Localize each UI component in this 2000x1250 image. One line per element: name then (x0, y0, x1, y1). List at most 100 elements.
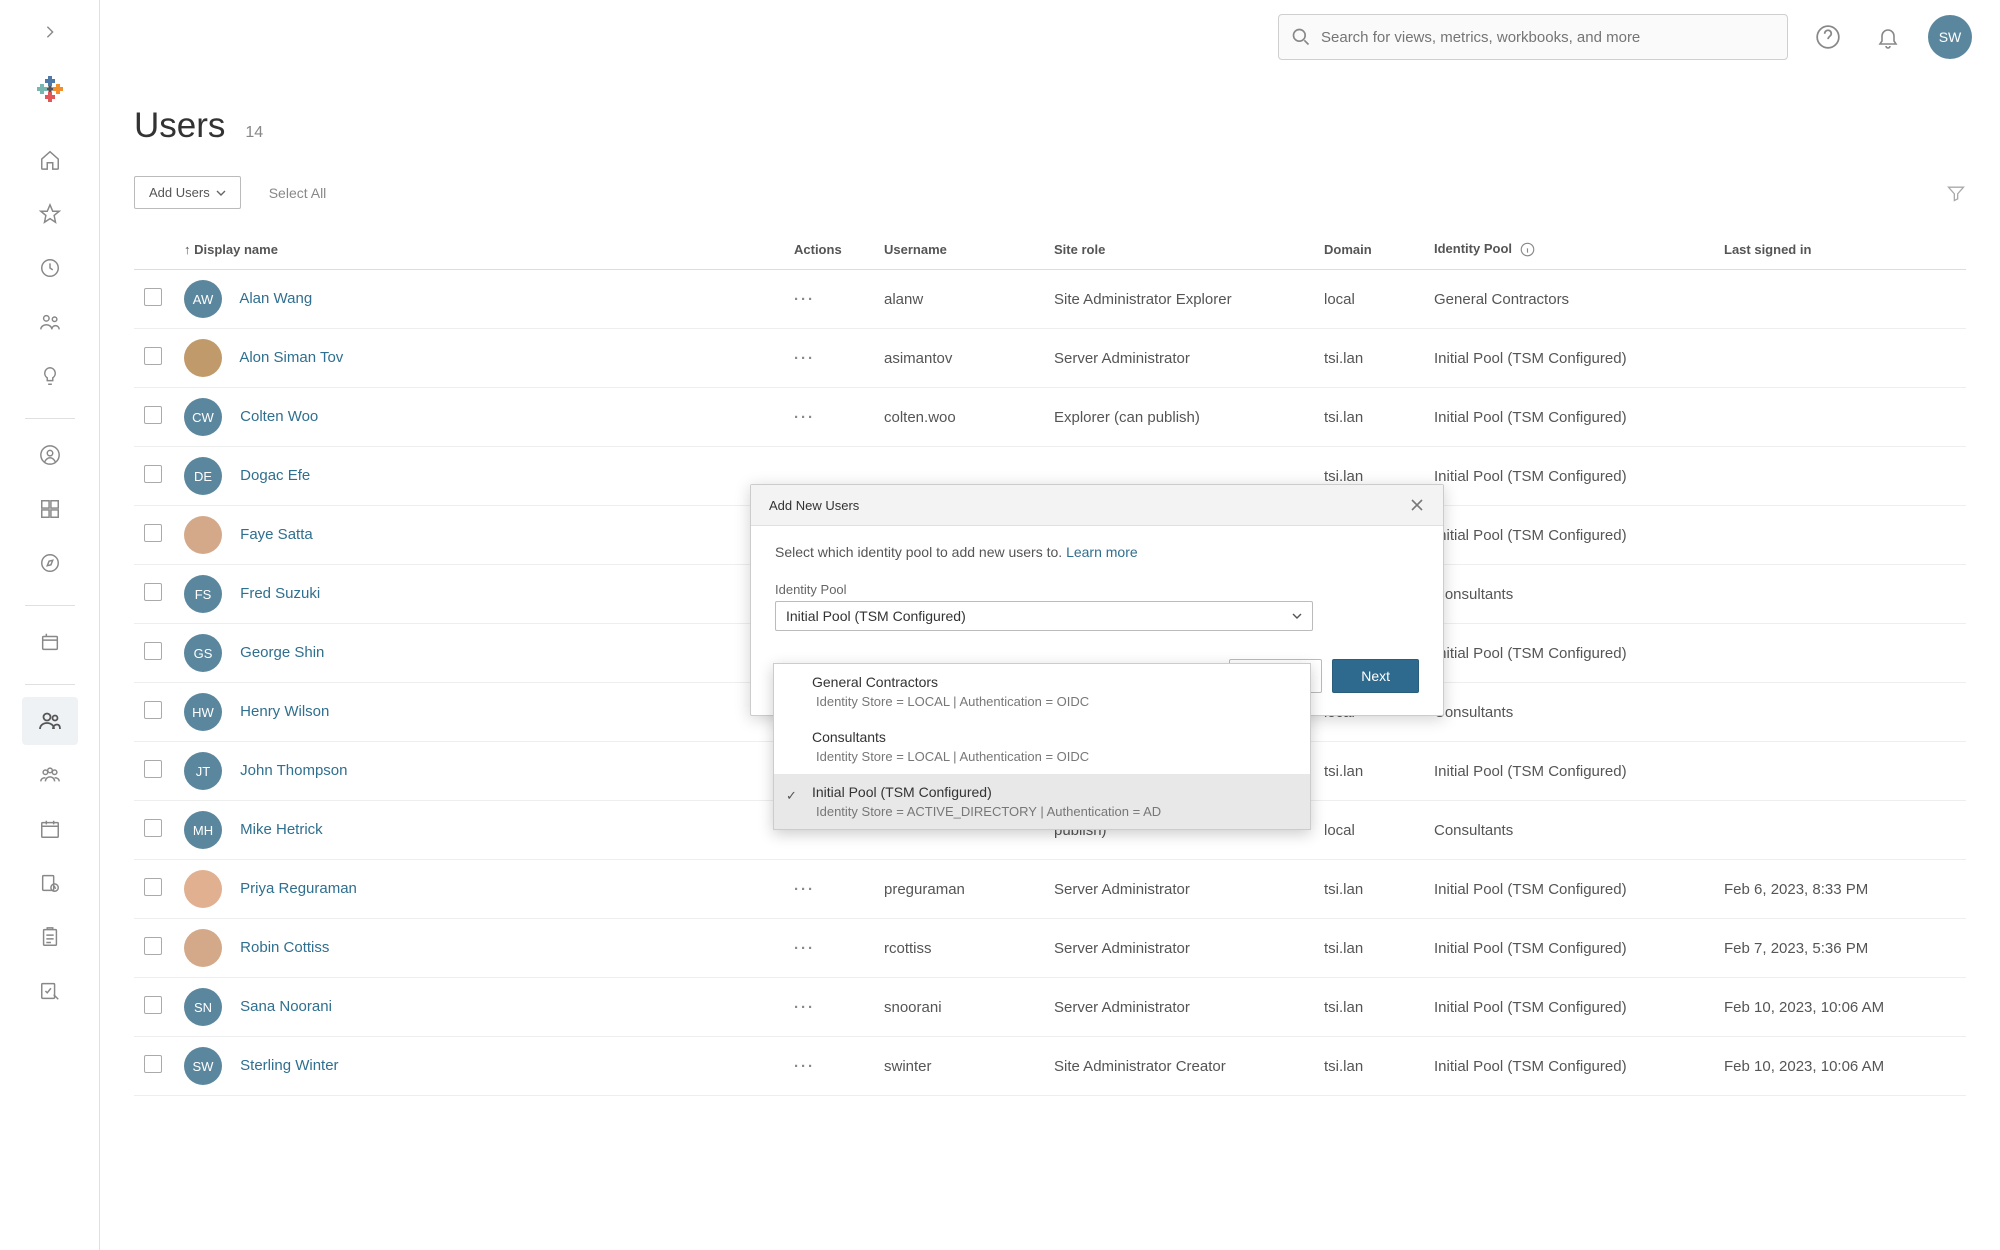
row-actions-menu[interactable]: ··· (794, 350, 815, 367)
users-icon[interactable] (22, 697, 78, 745)
row-checkbox[interactable] (144, 996, 162, 1014)
row-checkbox[interactable] (144, 288, 162, 306)
col-display-name[interactable]: Display name (194, 242, 278, 257)
user-avatar[interactable]: SW (1928, 15, 1972, 59)
row-checkbox[interactable] (144, 819, 162, 837)
user-name-link[interactable]: Fred Suzuki (240, 585, 320, 602)
search-input[interactable] (1321, 29, 1775, 46)
row-checkbox[interactable] (144, 465, 162, 483)
col-domain[interactable]: Domain (1314, 229, 1424, 270)
select-all-button[interactable]: Select All (269, 185, 327, 201)
cell-identity-pool: Consultants (1424, 801, 1714, 860)
cell-last-signed-in (1714, 270, 1966, 329)
col-actions[interactable]: Actions (784, 229, 874, 270)
user-name-link[interactable]: Sterling Winter (240, 1057, 338, 1074)
col-identity-pool[interactable]: Identity Pool (1434, 241, 1512, 256)
app-logo[interactable] (33, 72, 67, 106)
user-name-link[interactable]: Colten Woo (240, 408, 318, 425)
user-name-link[interactable]: Alon Siman Tov (239, 349, 343, 366)
user-name-link[interactable]: Faye Satta (240, 526, 313, 543)
page-title: Users (134, 106, 225, 146)
search-box[interactable] (1278, 14, 1788, 60)
schedules-icon[interactable] (22, 805, 78, 853)
site-status-icon[interactable] (22, 967, 78, 1015)
avatar: GS (184, 634, 222, 672)
dropdown-item[interactable]: ✓ Initial Pool (TSM Configured) Identity… (774, 774, 1310, 829)
home-icon[interactable] (22, 136, 78, 184)
row-checkbox[interactable] (144, 878, 162, 896)
check-icon: ✓ (786, 788, 797, 804)
external-assets-icon[interactable] (22, 618, 78, 666)
expand-sidebar-icon[interactable] (30, 12, 70, 52)
row-actions-menu[interactable]: ··· (794, 291, 815, 308)
col-username[interactable]: Username (874, 229, 1044, 270)
cell-site-role: Server Administrator (1044, 329, 1314, 388)
cell-identity-pool: Initial Pool (TSM Configured) (1424, 388, 1714, 447)
cell-domain: local (1314, 801, 1424, 860)
collections-icon[interactable] (22, 485, 78, 533)
user-name-link[interactable]: Robin Cottiss (240, 939, 329, 956)
tasks-icon[interactable] (22, 913, 78, 961)
cell-last-signed-in: Feb 10, 2023, 10:06 AM (1714, 978, 1966, 1037)
cell-identity-pool: Initial Pool (TSM Configured) (1424, 860, 1714, 919)
user-name-link[interactable]: Mike Hetrick (240, 821, 323, 838)
cell-site-role: Site Administrator Explorer (1044, 270, 1314, 329)
row-checkbox[interactable] (144, 937, 162, 955)
user-name-link[interactable]: Alan Wang (239, 290, 312, 307)
learn-more-link[interactable]: Learn more (1066, 544, 1138, 560)
row-checkbox[interactable] (144, 1055, 162, 1073)
row-checkbox[interactable] (144, 406, 162, 424)
favorites-icon[interactable] (22, 190, 78, 238)
row-actions-menu[interactable]: ··· (794, 881, 815, 898)
recents-icon[interactable] (22, 244, 78, 292)
next-button[interactable]: Next (1332, 659, 1419, 693)
user-name-link[interactable]: Dogac Efe (240, 467, 310, 484)
row-actions-menu[interactable]: ··· (794, 409, 815, 426)
cell-last-signed-in (1714, 801, 1966, 860)
avatar: CW (184, 398, 222, 436)
close-icon[interactable] (1409, 497, 1425, 513)
personal-space-icon[interactable] (22, 431, 78, 479)
row-actions-menu[interactable]: ··· (794, 999, 815, 1016)
modal-title: Add New Users (769, 498, 859, 513)
user-name-link[interactable]: Henry Wilson (240, 703, 329, 720)
row-checkbox[interactable] (144, 760, 162, 778)
row-checkbox[interactable] (144, 583, 162, 601)
dropdown-item-title: Consultants (812, 729, 1272, 745)
cell-identity-pool: Initial Pool (TSM Configured) (1424, 624, 1714, 683)
user-name-link[interactable]: Sana Noorani (240, 998, 332, 1015)
cell-domain: tsi.lan (1314, 388, 1424, 447)
dropdown-item-subtitle: Identity Store = LOCAL | Authentication … (812, 694, 1272, 709)
shared-icon[interactable] (22, 298, 78, 346)
notifications-icon[interactable] (1868, 17, 1908, 57)
dropdown-item[interactable]: Consultants Identity Store = LOCAL | Aut… (774, 719, 1310, 774)
groups-icon[interactable] (22, 751, 78, 799)
dropdown-item[interactable]: General Contractors Identity Store = LOC… (774, 664, 1310, 719)
user-name-link[interactable]: Priya Reguraman (240, 880, 357, 897)
add-users-button[interactable]: Add Users (134, 176, 241, 209)
cell-site-role: Server Administrator (1044, 860, 1314, 919)
user-name-link[interactable]: George Shin (240, 644, 324, 661)
row-checkbox[interactable] (144, 524, 162, 542)
row-checkbox[interactable] (144, 701, 162, 719)
user-name-link[interactable]: John Thompson (240, 762, 347, 779)
filter-icon[interactable] (1946, 183, 1966, 203)
col-last-signed-in[interactable]: Last signed in (1714, 229, 1966, 270)
table-row: SN Sana Noorani ··· snoorani Server Admi… (134, 978, 1966, 1037)
search-icon (1291, 27, 1311, 47)
recommendations-icon[interactable] (22, 352, 78, 400)
cell-last-signed-in (1714, 742, 1966, 801)
row-checkbox[interactable] (144, 347, 162, 365)
explore-icon[interactable] (22, 539, 78, 587)
row-checkbox[interactable] (144, 642, 162, 660)
table-row: CW Colten Woo ··· colten.woo Explorer (c… (134, 388, 1966, 447)
jobs-icon[interactable] (22, 859, 78, 907)
cell-site-role: Explorer (can publish) (1044, 388, 1314, 447)
row-actions-menu[interactable]: ··· (794, 1058, 815, 1075)
cell-last-signed-in: Feb 6, 2023, 8:33 PM (1714, 860, 1966, 919)
col-site-role[interactable]: Site role (1044, 229, 1314, 270)
help-icon[interactable] (1808, 17, 1848, 57)
identity-pool-select[interactable]: Initial Pool (TSM Configured) (775, 601, 1313, 631)
row-actions-menu[interactable]: ··· (794, 940, 815, 957)
info-icon[interactable] (1520, 242, 1535, 257)
